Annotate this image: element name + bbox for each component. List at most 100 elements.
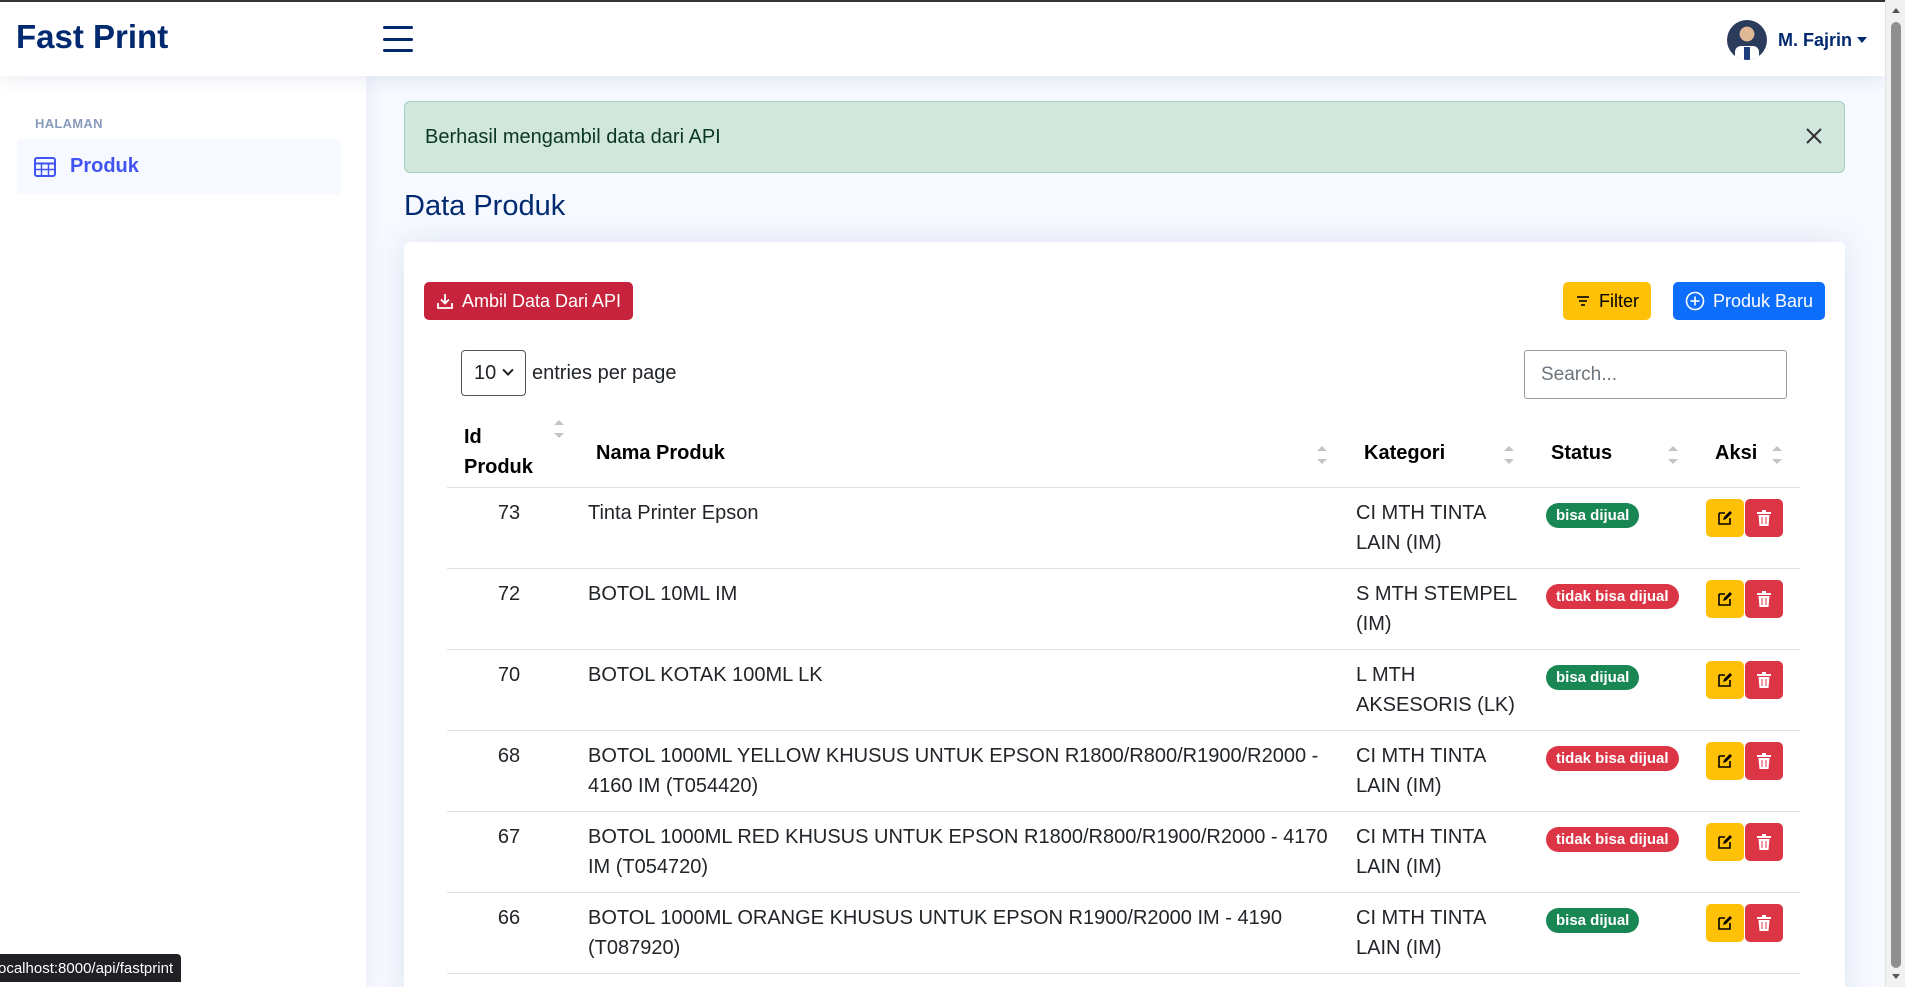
edit-icon — [1718, 916, 1732, 930]
profile-dropdown[interactable]: M. Fajrin — [1726, 20, 1867, 60]
cell-id: 67 — [497, 826, 521, 848]
cell-category: CI MTH TINTA LAIN (IM) — [1356, 502, 1486, 554]
column-header-id[interactable]: Id Produk — [464, 422, 533, 482]
table-row: 68 BOTOL 1000ML YELLOW KHUSUS UNTUK EPSO… — [447, 731, 1800, 812]
entries-select[interactable]: 10 — [461, 350, 526, 396]
sort-icon[interactable] — [1504, 446, 1514, 464]
profile-name: M. Fajrin — [1777, 29, 1852, 50]
download-icon — [437, 294, 453, 309]
trash-icon — [1757, 510, 1771, 526]
cell-id: 73 — [497, 502, 521, 524]
caret-down-icon — [1857, 37, 1867, 43]
chevron-down-icon — [502, 364, 514, 376]
edit-icon — [1718, 511, 1732, 525]
brand-logo[interactable]: Fast Print — [16, 18, 168, 56]
trash-icon — [1757, 915, 1771, 931]
cell-id: 66 — [497, 907, 521, 929]
column-header-id-line2: Produk — [464, 456, 533, 478]
avatar — [1726, 20, 1767, 60]
edit-button[interactable] — [1706, 904, 1744, 942]
cell-name: Tinta Printer Epson — [588, 502, 759, 524]
column-header-action[interactable]: Aksi — [1715, 442, 1757, 465]
fetch-api-button[interactable]: Ambil Data Dari API — [424, 282, 634, 320]
status-url: ocalhost:8000/api/fastprint — [0, 959, 174, 977]
table-row: 72 BOTOL 10ML IM S MTH STEMPEL (IM) tida… — [447, 569, 1800, 650]
cell-id: 70 — [497, 664, 521, 686]
page-scrollbar[interactable] — [1885, 0, 1905, 987]
top-header: Fast Print M. Fajrin — [0, 0, 1885, 76]
scroll-down-icon[interactable] — [1892, 974, 1900, 979]
sort-icon[interactable] — [1668, 446, 1678, 464]
edit-button[interactable] — [1706, 661, 1744, 699]
filter-button[interactable]: Filter — [1563, 282, 1651, 320]
table-row: 70 BOTOL KOTAK 100ML LK L MTH AKSESORIS … — [447, 650, 1800, 731]
entries-label: entries per page — [532, 361, 677, 384]
column-header-name[interactable]: Nama Produk — [596, 442, 725, 465]
delete-button[interactable] — [1745, 580, 1783, 618]
column-header-status[interactable]: Status — [1551, 442, 1612, 465]
table-row: 66 BOTOL 1000ML ORANGE KHUSUS UNTUK EPSO… — [447, 893, 1800, 974]
new-product-label: Produk Baru — [1713, 290, 1814, 311]
sidebar-item-produk[interactable]: Produk — [17, 139, 341, 194]
cell-name: BOTOL KOTAK 100ML LK — [588, 664, 823, 686]
column-header-id-line1: Id — [464, 426, 482, 448]
filter-label: Filter — [1599, 290, 1639, 311]
scrollbar-thumb[interactable] — [1891, 22, 1901, 968]
sidebar: HALAMAN Produk — [0, 76, 366, 987]
sort-icon[interactable] — [1772, 446, 1782, 464]
cell-name: BOTOL 1000ML RED KHUSUS UNTUK EPSON R180… — [588, 826, 1328, 878]
delete-button[interactable] — [1745, 499, 1783, 537]
delete-button[interactable] — [1745, 904, 1783, 942]
sidebar-toggle-icon[interactable] — [383, 26, 413, 52]
filter-icon — [1577, 296, 1589, 306]
delete-button[interactable] — [1745, 742, 1783, 780]
entries-per-page: 10 entries per page — [461, 350, 677, 396]
scroll-up-icon[interactable] — [1892, 8, 1900, 13]
link-status-bar: ocalhost:8000/api/fastprint — [0, 954, 182, 982]
trash-icon — [1757, 591, 1771, 607]
cell-name: BOTOL 1000ML ORANGE KHUSUS UNTUK EPSON R… — [588, 907, 1282, 959]
cell-name: BOTOL 10ML IM — [588, 583, 738, 605]
cell-category: CI MTH TINTA LAIN (IM) — [1356, 907, 1486, 959]
close-icon[interactable] — [1804, 126, 1824, 146]
trash-icon — [1757, 753, 1771, 769]
edit-button[interactable] — [1706, 499, 1744, 537]
page-title: Data Produk — [404, 190, 566, 222]
status-badge: tidak bisa dijual — [1546, 584, 1679, 609]
table-header: Id Produk Nama Produk Kategori Status Ak… — [447, 412, 1800, 488]
success-alert: Berhasil mengambil data dari API — [404, 101, 1845, 173]
cell-category: S MTH STEMPEL (IM) — [1356, 583, 1517, 635]
product-table: Id Produk Nama Produk Kategori Status Ak… — [447, 412, 1800, 974]
sort-icon[interactable] — [554, 420, 564, 438]
table-row: 67 BOTOL 1000ML RED KHUSUS UNTUK EPSON R… — [447, 812, 1800, 893]
delete-button[interactable] — [1745, 823, 1783, 861]
fetch-api-label: Ambil Data Dari API — [462, 290, 622, 311]
cell-name: BOTOL 1000ML YELLOW KHUSUS UNTUK EPSON R… — [588, 745, 1319, 797]
trash-icon — [1757, 672, 1771, 688]
edit-button[interactable] — [1706, 823, 1744, 861]
alert-message: Berhasil mengambil data dari API — [425, 125, 721, 148]
trash-icon — [1757, 834, 1771, 850]
plus-circle-icon — [1685, 291, 1705, 311]
column-header-category[interactable]: Kategori — [1364, 442, 1445, 465]
edit-button[interactable] — [1706, 580, 1744, 618]
status-badge: tidak bisa dijual — [1546, 746, 1679, 771]
search-input[interactable] — [1524, 350, 1787, 399]
cell-id: 68 — [497, 745, 521, 767]
edit-button[interactable] — [1706, 742, 1744, 780]
new-product-button[interactable]: Produk Baru — [1673, 282, 1826, 320]
edit-icon — [1718, 754, 1732, 768]
status-badge: tidak bisa dijual — [1546, 827, 1679, 852]
table-row: 73 Tinta Printer Epson CI MTH TINTA LAIN… — [447, 488, 1800, 569]
sort-icon[interactable] — [1317, 446, 1327, 464]
sidebar-item-label: Produk — [70, 155, 139, 177]
main-content: Berhasil mengambil data dari API Data Pr… — [366, 76, 1885, 987]
edit-icon — [1718, 592, 1732, 606]
entries-value: 10 — [474, 361, 497, 384]
delete-button[interactable] — [1745, 661, 1783, 699]
cell-category: CI MTH TINTA LAIN (IM) — [1356, 745, 1486, 797]
cell-category: CI MTH TINTA LAIN (IM) — [1356, 826, 1486, 878]
cell-id: 72 — [497, 583, 521, 605]
product-card: Ambil Data Dari API Filter Produk Baru 1… — [404, 242, 1845, 987]
edit-icon — [1718, 835, 1732, 849]
